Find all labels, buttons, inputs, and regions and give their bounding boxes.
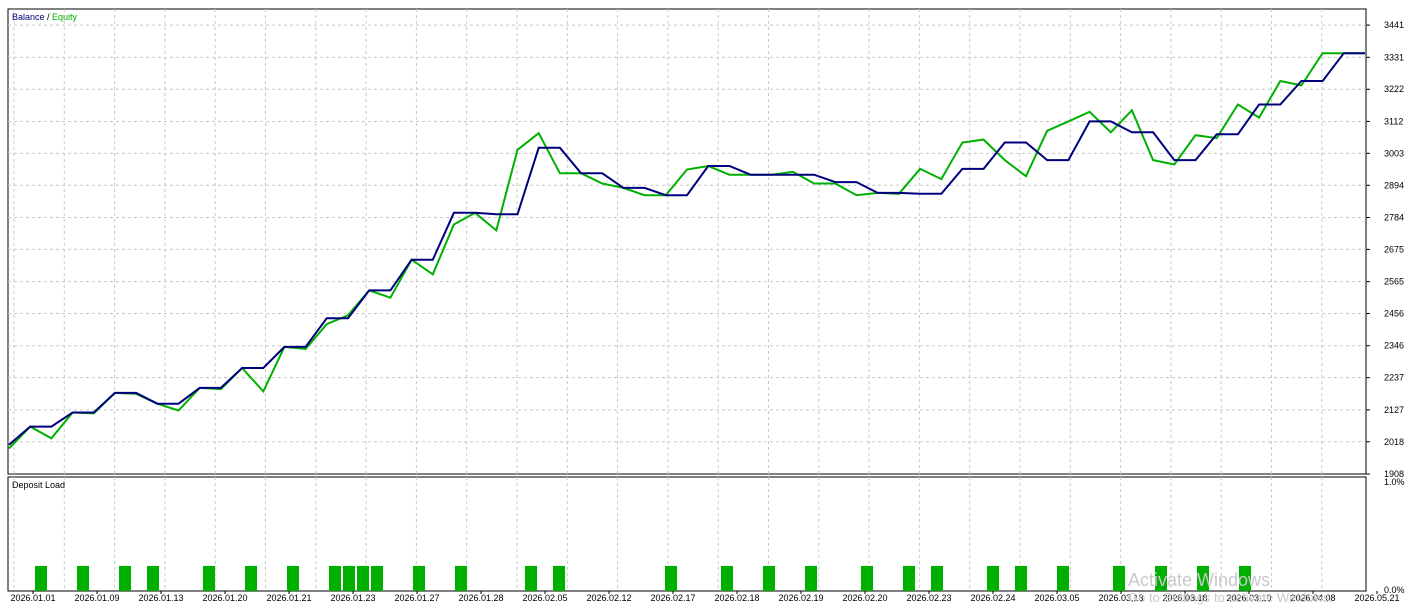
deposit-load-bar (1197, 565, 1209, 591)
x-tick-label: 2026.02.17 (650, 593, 695, 603)
deposit-load-bar (903, 565, 915, 591)
x-tick-label: 2026.01.09 (74, 593, 119, 603)
y-tick-label: 3222 (1384, 84, 1404, 94)
deposit-load-bar (931, 565, 943, 591)
deposit-load-bar (329, 565, 341, 591)
x-tick-label: 2026.03.05 (1034, 593, 1079, 603)
deposit-load-bar (203, 565, 215, 591)
x-tick-label: 2026.02.23 (906, 593, 951, 603)
y-tick-label: 2675 (1384, 244, 1404, 254)
y-tick-label: 3003 (1384, 148, 1404, 158)
y-tick-label: 2565 (1384, 277, 1404, 287)
x-tick-label: 2026.03.13 (1098, 593, 1143, 603)
chart-canvas: 3441 3331 3222 3112 3003 2894 2784 2675 2565 2456… (7, 8, 1405, 603)
deposit-load-bar (525, 565, 537, 591)
x-tick-label: 2026.04.08 (1290, 593, 1335, 603)
y-tick-label: 2784 (1384, 212, 1404, 222)
x-tick-label: 2026.02.18 (714, 593, 759, 603)
x-tick-label: 2026.01.20 (202, 593, 247, 603)
legend-equity: Equity (52, 12, 78, 22)
deposit-load-bar (805, 565, 817, 591)
y-tick-label: 3112 (1384, 116, 1403, 126)
y-tick-label: 2456 (1384, 309, 1404, 319)
y-tick-label: 2346 (1384, 341, 1404, 351)
y-tick-label: 2018 (1384, 437, 1404, 447)
deposit-load-bar (1113, 565, 1125, 591)
chart-legend: Balance / Equity (12, 12, 78, 22)
x-tick-label: 2026.01.21 (266, 593, 311, 603)
deposit-load-bar (77, 565, 89, 591)
legend-balance: Balance (12, 12, 45, 22)
balance-equity-report: 3441 3331 3222 3112 3003 2894 2784 2675 2565 2456… (0, 0, 1426, 607)
x-tick-label: 2026.02.20 (842, 593, 887, 603)
legend-separator: / (45, 12, 53, 22)
x-tick-label: 2026.05.21 (1354, 593, 1399, 603)
deposit-load-title: Deposit Load (12, 480, 65, 490)
main-panel-frame (7, 8, 1367, 475)
x-tick-label: 2026.01.13 (138, 593, 183, 603)
y-tick-label: 3441 (1384, 20, 1404, 30)
deposit-load-bar (371, 565, 383, 591)
deposit-y-tick-label: 1.0% (1384, 477, 1405, 487)
deposit-load-bar (1057, 565, 1069, 591)
x-tick-label: 2026.01.01 (10, 593, 55, 603)
deposit-load-bar (245, 565, 257, 591)
deposit-load-bar (35, 565, 47, 591)
x-tick-label: 2026.03.19 (1226, 593, 1271, 603)
deposit-load-bar (987, 565, 999, 591)
deposit-load-bar (1015, 565, 1027, 591)
deposit-load-bar (553, 565, 565, 591)
deposit-load-bar (665, 565, 677, 591)
deposit-load-bar (343, 565, 355, 591)
deposit-load-bar (861, 565, 873, 591)
deposit-load-bar (413, 565, 425, 591)
deposit-load-bar (1239, 565, 1251, 591)
y-tick-label: 2894 (1384, 180, 1404, 190)
deposit-load-bar (357, 565, 369, 591)
deposit-load-bar (119, 565, 131, 591)
x-tick-label: 2026.01.27 (394, 593, 439, 603)
x-tick-label: 2026.01.23 (330, 593, 375, 603)
y-tick-label: 3331 (1384, 52, 1404, 62)
y-tick-label: 2127 (1384, 405, 1404, 415)
y-tick-label: 2237 (1384, 373, 1404, 383)
x-tick-label: 2026.02.24 (970, 593, 1015, 603)
deposit-load-bar (455, 565, 467, 591)
x-tick-label: 2026.03.18 (1162, 593, 1207, 603)
x-tick-label: 2026.01.28 (458, 593, 503, 603)
deposit-load-bar (721, 565, 733, 591)
deposit-load-bar (287, 565, 299, 591)
x-tick-label: 2026.02.19 (778, 593, 823, 603)
deposit-load-bar (1155, 565, 1167, 591)
deposit-load-bar (147, 565, 159, 591)
x-tick-label: 2026.02.05 (522, 593, 567, 603)
deposit-load-bar (763, 565, 775, 591)
x-tick-label: 2026.02.12 (586, 593, 631, 603)
